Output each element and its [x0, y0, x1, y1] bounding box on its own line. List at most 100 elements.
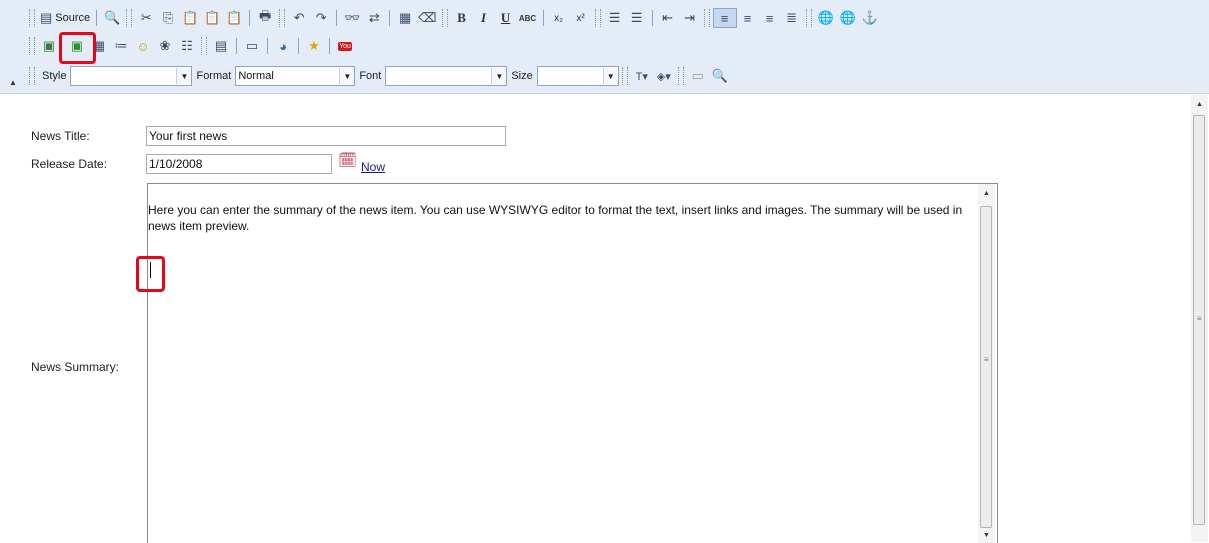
show-blocks-icon: 🔍: [711, 68, 728, 83]
page-scrollbar[interactable]: ▲ ≡: [1191, 95, 1208, 542]
redo-button[interactable]: ↷: [310, 8, 332, 28]
news-title-label: News Title:: [31, 129, 90, 143]
link-button[interactable]: 🌐: [815, 8, 837, 28]
toolbar-grip[interactable]: [29, 37, 35, 55]
outdent-icon: ⇤: [662, 10, 673, 25]
news-title-input[interactable]: Your first news: [146, 126, 506, 146]
paste-text-button[interactable]: 📋: [201, 8, 223, 28]
text-color-button[interactable]: T▾: [631, 66, 653, 86]
image-icon: ▣: [42, 38, 56, 53]
page-break-button[interactable]: ☷: [176, 36, 198, 56]
maximize-button[interactable]: ▭: [687, 66, 709, 86]
justify-button[interactable]: ≣: [781, 8, 803, 28]
unlink-button[interactable]: 🌐: [837, 8, 859, 28]
bulleted-list-button[interactable]: ☰: [626, 8, 648, 28]
superscript-button[interactable]: x²: [570, 8, 592, 28]
horizontal-rule-button[interactable]: ≔: [110, 36, 132, 56]
globe-button[interactable]: ◕: [272, 36, 294, 56]
image-button[interactable]: ▣: [38, 36, 60, 56]
undo-button[interactable]: ↶: [288, 8, 310, 28]
chevron-down-icon[interactable]: ▼: [176, 68, 192, 84]
justify-icon: ≣: [786, 10, 797, 25]
style-label: Style: [42, 70, 67, 82]
paste-text-icon: 📋: [204, 10, 221, 25]
source-button[interactable]: ▤ Source: [38, 8, 92, 28]
globe-icon: ◕: [279, 38, 287, 54]
find-button[interactable]: 👓: [341, 8, 363, 28]
font-combo[interactable]: ▼: [385, 66, 508, 86]
print-button[interactable]: 🖶: [254, 8, 276, 28]
remove-format-button[interactable]: ⌫: [416, 8, 438, 28]
bulleted-list-icon: ☰: [630, 10, 643, 25]
toolbar-grip[interactable]: [29, 9, 35, 27]
paste-button[interactable]: 📋: [179, 8, 201, 28]
bold-button[interactable]: B: [451, 8, 473, 28]
paste-word-button[interactable]: 📋: [223, 8, 245, 28]
special-char-button[interactable]: ❀: [154, 36, 176, 56]
paste-word-icon: 📋: [226, 10, 243, 25]
now-link[interactable]: Now: [361, 160, 385, 174]
flash-button[interactable]: ▭: [241, 36, 263, 56]
align-right-button[interactable]: ≡: [759, 8, 781, 28]
release-date-input[interactable]: 1/10/2008: [146, 154, 332, 174]
indent-icon: ⇥: [684, 10, 695, 25]
separator: [267, 38, 268, 54]
align-left-button[interactable]: ≡: [712, 8, 737, 28]
summary-text[interactable]: Here you can enter the summary of the ne…: [148, 202, 968, 234]
chevron-down-icon[interactable]: ▼: [602, 68, 618, 84]
calendar-icon[interactable]: 🗓: [338, 151, 357, 169]
editor-scroll-thumb[interactable]: ≡: [980, 206, 992, 528]
link-icon: 🌐: [817, 10, 834, 25]
style-combo[interactable]: ▼: [70, 66, 193, 86]
redo-icon: ↷: [315, 10, 327, 25]
cut-button[interactable]: ✂: [135, 8, 157, 28]
preview-button[interactable]: 🔍: [101, 8, 123, 28]
separator: [96, 10, 98, 26]
toolbar-grip[interactable]: [29, 67, 35, 85]
toolbar-grip: [441, 9, 448, 27]
toolbar-row-3: Style ▼ Format Normal ▼ Font ▼ Size ▼ T▾…: [0, 64, 731, 88]
summary-editor[interactable]: Here you can enter the summary of the ne…: [147, 183, 998, 543]
underline-button[interactable]: U: [495, 8, 517, 28]
smiley-button[interactable]: ☺: [132, 36, 154, 56]
separator: [236, 38, 237, 54]
scroll-up-icon[interactable]: ▲: [978, 186, 995, 200]
page-scroll-thumb[interactable]: ≡: [1193, 115, 1205, 525]
maximize-icon: ▭: [691, 68, 704, 83]
favorite-button[interactable]: ★: [303, 36, 325, 56]
insert-image-highlight: [59, 32, 96, 64]
subscript-button[interactable]: x₂: [548, 8, 570, 28]
template-button[interactable]: ▤: [210, 36, 232, 56]
size-combo[interactable]: ▼: [536, 66, 619, 86]
youtube-button[interactable]: You: [334, 36, 356, 56]
select-all-button[interactable]: ▦: [394, 8, 416, 28]
editor-scrollbar[interactable]: ▲ ≡ ▼: [978, 184, 995, 543]
align-center-button[interactable]: ≡: [737, 8, 759, 28]
strikethrough-button[interactable]: ABC: [517, 8, 539, 28]
copy-button[interactable]: ⎘: [157, 8, 179, 28]
cut-icon: ✂: [140, 10, 152, 25]
anchor-icon: ⚓: [861, 10, 878, 25]
paste-icon: 📋: [182, 10, 199, 25]
anchor-button[interactable]: ⚓: [859, 8, 881, 28]
separator: [389, 10, 391, 26]
scroll-down-icon[interactable]: ▼: [978, 528, 995, 542]
collapse-toolbar-icon[interactable]: ▲: [9, 78, 17, 87]
replace-button[interactable]: ⇄: [363, 8, 385, 28]
format-label: Format: [196, 70, 232, 82]
outdent-button[interactable]: ⇤: [657, 8, 679, 28]
chevron-down-icon[interactable]: ▼: [491, 68, 507, 84]
chevron-down-icon[interactable]: ▼: [339, 68, 355, 84]
unlink-icon: 🌐: [839, 10, 856, 25]
italic-button[interactable]: I: [473, 8, 495, 28]
scroll-grip-icon: ≡: [1197, 314, 1202, 323]
numbered-list-button[interactable]: ☰: [604, 8, 626, 28]
bg-color-button[interactable]: ◈▾: [653, 66, 675, 86]
scroll-up-icon[interactable]: ▲: [1191, 97, 1208, 111]
separator: [298, 38, 299, 54]
indent-button[interactable]: ⇥: [679, 8, 701, 28]
show-blocks-button[interactable]: 🔍: [709, 66, 731, 86]
undo-icon: ↶: [293, 10, 305, 25]
news-summary-label: News Summary:: [31, 360, 120, 374]
format-combo[interactable]: Normal ▼: [235, 66, 356, 86]
